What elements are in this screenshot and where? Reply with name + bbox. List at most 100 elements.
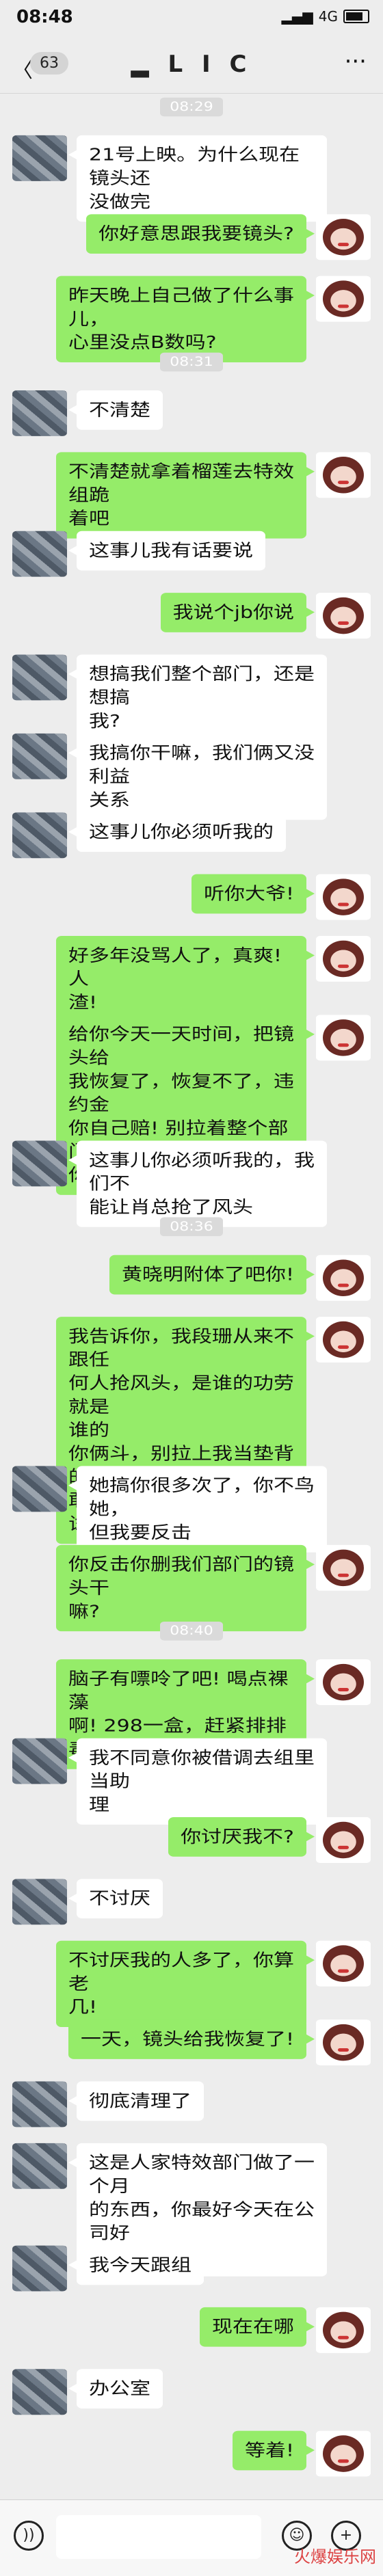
self-avatar[interactable] [316, 1659, 371, 1706]
avatar-face-icon [323, 1663, 364, 1701]
voice-icon[interactable]: )) [14, 2521, 44, 2551]
contact-avatar[interactable] [12, 2245, 67, 2292]
message-input[interactable] [56, 2515, 261, 2559]
message-row-left: 不清楚 [0, 390, 383, 436]
contact-avatar[interactable] [12, 135, 67, 181]
message-bubble[interactable]: 我搞你干嘛，我们俩又没利益 关系 [68, 733, 327, 820]
self-avatar[interactable] [316, 1015, 371, 1061]
contact-avatar[interactable] [12, 654, 67, 701]
self-avatar[interactable] [316, 2020, 371, 2066]
self-avatar[interactable] [316, 936, 371, 982]
network-label: 4G [318, 8, 338, 25]
message-bubble[interactable]: 你讨厌我不? [168, 1817, 315, 1857]
message-bubble[interactable]: 我今天跟组 [68, 2245, 204, 2285]
message-row-right: 我告诉你，我段珊从来不跟任 何人抢风头，是谁的功劳就是 谁的 你俩斗，别拉上我当… [0, 1317, 383, 1544]
message-row-left: 这是人家特效部门做了一个月 的东西，你最好今天在公司好 好呆着 [0, 2143, 383, 2277]
message-bubble[interactable]: 不清楚 [68, 390, 163, 430]
message-bubble[interactable]: 这事儿你必须听我的，我们不 能让肖总抢了风头 [68, 1140, 327, 1227]
message-row-right: 你讨厌我不? [0, 1817, 383, 1863]
message-bubble[interactable]: 不讨厌我的人多了，你算老 几! [56, 1940, 315, 2028]
message-bubble[interactable]: 想搞我们整个部门，还是想搞 我? [68, 654, 327, 741]
contact-avatar[interactable] [12, 531, 67, 577]
message-bubble[interactable]: 我不同意你被借调去组里当助 理 [68, 1738, 327, 1825]
contact-avatar[interactable] [12, 1140, 67, 1187]
self-avatar[interactable] [316, 1817, 371, 1863]
self-avatar[interactable] [316, 2430, 371, 2477]
message-row-left: 她搞你很多次了，你不鸟她， 但我要反击 [0, 1466, 383, 1553]
message-bubble[interactable]: 等着! [232, 2430, 315, 2471]
contact-avatar[interactable] [12, 2143, 67, 2189]
avatar-face-icon [323, 2311, 364, 2349]
message-bubble[interactable]: 彻底清理了 [68, 2081, 204, 2121]
timestamp: 08:36 [0, 1217, 383, 1237]
message-bubble[interactable]: 她搞你很多次了，你不鸟她， 但我要反击 [68, 1466, 327, 1553]
message-bubble[interactable]: 一天，镜头给我恢复了! [68, 2020, 315, 2059]
timestamp: 08:40 [0, 1621, 383, 1641]
avatar-face-icon [323, 1259, 364, 1296]
more-options-icon[interactable]: ··· [345, 48, 367, 75]
message-bubble[interactable]: 这事儿你必须听我的 [68, 812, 286, 853]
message-bubble[interactable]: 你反击你删我们部门的镜头干 嘛? [56, 1544, 315, 1632]
message-bubble[interactable]: 你好意思跟我要镜头? [86, 214, 315, 254]
self-avatar[interactable] [316, 276, 371, 322]
message-row-right: 你好意思跟我要镜头? [0, 214, 383, 260]
message-bubble[interactable]: 现在在哪 [200, 2307, 315, 2347]
avatar-face-icon [323, 878, 364, 915]
message-row-left: 我不同意你被借调去组里当助 理 [0, 1738, 383, 1825]
self-avatar[interactable] [316, 214, 371, 260]
signal-icon: ▂▄▆ [281, 8, 313, 25]
self-avatar[interactable] [316, 593, 371, 639]
status-time: 08:48 [16, 7, 73, 27]
chat-message-list[interactable]: 08:29 21号上映。为什么现在镜头还 没做完 你好意思跟我要镜头? 昨天晚上自己做… [0, 93, 383, 2477]
avatar-face-icon [323, 597, 364, 634]
avatar-face-icon [323, 1549, 364, 1587]
message-bubble[interactable]: 我说个jb你说 [160, 593, 315, 632]
self-avatar[interactable] [316, 1317, 371, 1363]
message-row-left: 这事儿你必须听我的，我们不 能让肖总抢了风头 [0, 1140, 383, 1227]
message-bubble[interactable]: 这事儿我有话要说 [68, 531, 265, 571]
contact-avatar[interactable] [12, 2369, 67, 2415]
message-row-right: 我说个jb你说 [0, 593, 383, 639]
message-bubble[interactable]: 办公室 [68, 2369, 163, 2409]
message-bubble[interactable]: 不清楚就拿着榴莲去特效组跪 着吧 [56, 452, 315, 539]
message-row-right: 不讨厌我的人多了，你算老 几! [0, 1940, 383, 2028]
message-row-left: 这事儿你必须听我的 [0, 812, 383, 859]
self-avatar[interactable] [316, 1255, 371, 1301]
self-avatar[interactable] [316, 452, 371, 498]
message-row-right: 听你大爷! [0, 874, 383, 920]
avatar-face-icon [323, 1821, 364, 1859]
message-row-left: 这事儿我有话要说 [0, 531, 383, 577]
message-row-right: 黄晓明附体了吧你! [0, 1255, 383, 1301]
message-bubble[interactable]: 好多年没骂人了，真爽! 人 渣! [56, 936, 315, 1023]
message-row-left: 21号上映。为什么现在镜头还 没做完 [0, 135, 383, 222]
self-avatar[interactable] [316, 1544, 371, 1591]
message-bubble[interactable]: 21号上映。为什么现在镜头还 没做完 [68, 135, 327, 222]
contact-avatar[interactable] [12, 1466, 67, 1512]
message-bubble[interactable]: 听你大爷! [191, 874, 315, 914]
watermark-logo: 火爆娱乐网 [294, 2547, 376, 2566]
message-row-right: 现在在哪 [0, 2307, 383, 2353]
message-bubble[interactable]: 不讨厌 [68, 1879, 163, 1919]
battery-icon [343, 10, 369, 23]
status-indicators: ▂▄▆ 4G [282, 8, 369, 25]
message-bubble[interactable]: 黄晓明附体了吧你! [109, 1255, 315, 1295]
contact-avatar[interactable] [12, 1738, 67, 1784]
self-avatar[interactable] [316, 874, 371, 920]
message-bubble[interactable]: 昨天晚上自己做了什么事儿， 心里没点B数吗? [56, 276, 315, 362]
contact-avatar[interactable] [12, 390, 67, 436]
timestamp: 08:29 [0, 97, 383, 117]
avatar-face-icon [323, 219, 364, 256]
message-row-left: 想搞我们整个部门，还是想搞 我? [0, 654, 383, 741]
avatar-face-icon [323, 2435, 364, 2472]
self-avatar[interactable] [316, 1940, 371, 1987]
contact-avatar[interactable] [12, 2081, 67, 2128]
message-row-right: 不清楚就拿着榴莲去特效组跪 着吧 [0, 452, 383, 539]
avatar-face-icon [323, 457, 364, 494]
contact-avatar[interactable] [12, 1879, 67, 1925]
avatar-face-icon [323, 1019, 364, 1056]
timestamp: 08:31 [0, 352, 383, 372]
self-avatar[interactable] [316, 2307, 371, 2353]
contact-avatar[interactable] [12, 812, 67, 859]
message-row-right: 给你今天一天时间，把镜头给 我恢复了，恢复不了，违约金 你自己赔! 别拉着整个部… [0, 1015, 383, 1195]
contact-avatar[interactable] [12, 733, 67, 779]
